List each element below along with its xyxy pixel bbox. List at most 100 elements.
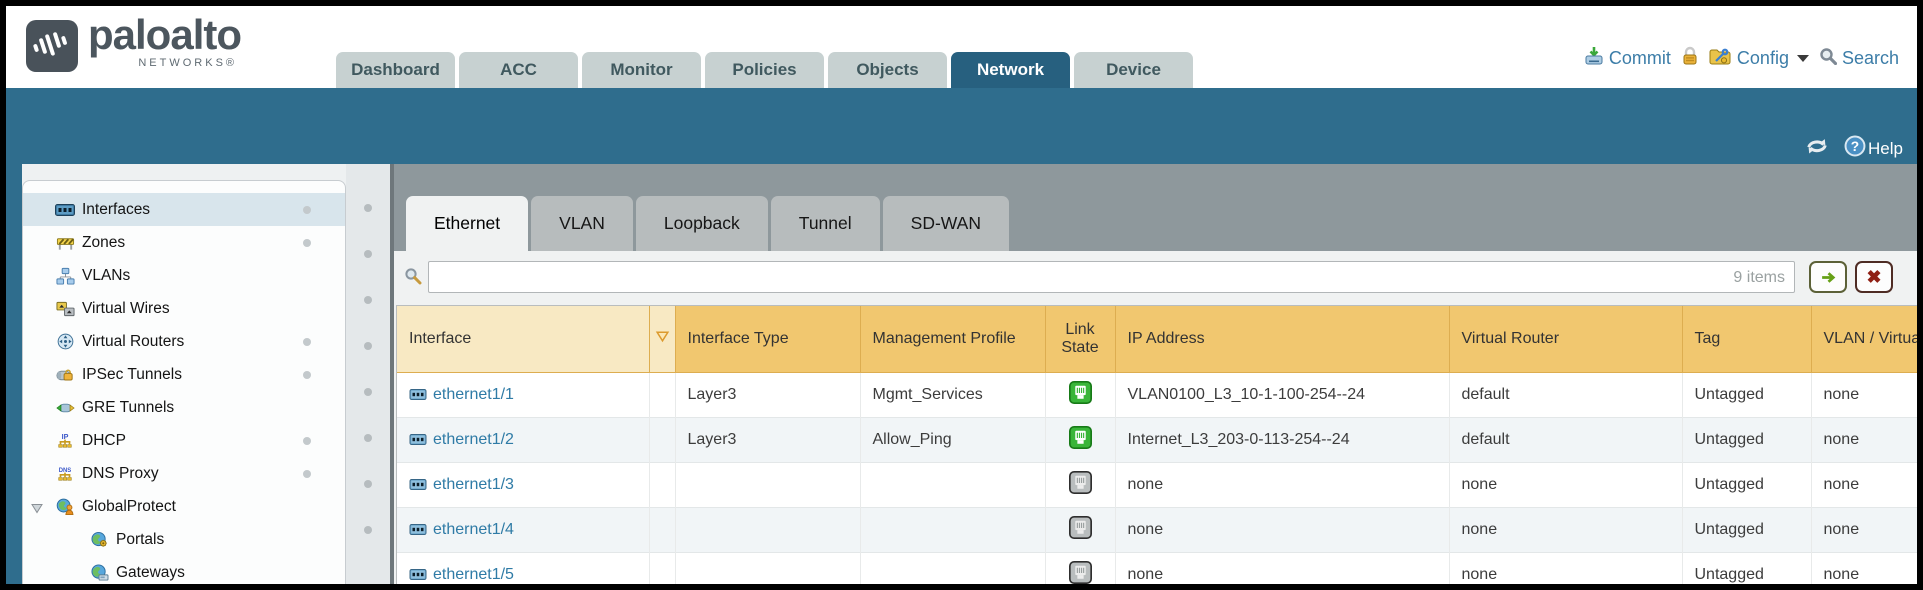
interface-link[interactable]: ethernet1/5 [433,566,514,583]
ip-address-cell: none [1115,508,1449,553]
column-header-tag[interactable]: Tag [1682,306,1811,373]
filter-bar: 9 items ✖ [394,251,1917,305]
help-icon: ? [1844,135,1866,162]
sidebar-item-gre-tunnels[interactable]: GRE Tunnels [23,391,345,424]
sidebar-item-virtual-wires[interactable]: Virtual Wires [23,292,345,325]
sidebar-item-interfaces[interactable]: Interfaces [23,193,345,226]
ethernet-interface-icon [409,477,427,495]
interface-cell: ethernet1/2 [397,418,649,463]
filter-input[interactable] [428,261,1795,293]
column-header-vlan-virtual-wire[interactable]: VLAN / Virtual Wire [1811,306,1917,373]
vlan-wire-cell: none [1811,508,1917,553]
interface-cell: ethernet1/5 [397,553,649,585]
sidebar-item-label: Virtual Routers [82,333,184,351]
interface-link[interactable]: ethernet1/4 [433,521,514,538]
interface-link[interactable]: ethernet1/1 [433,386,514,403]
sidebar-item-dns-proxy[interactable]: DNS DNS Proxy [23,457,345,490]
column-header-interface-type[interactable]: Interface Type [675,306,860,373]
tab-tunnel[interactable]: Tunnel [771,196,880,251]
ethernet-interface-icon [409,387,427,405]
sidebar-item-vlans[interactable]: VLANs [23,259,345,292]
table-row: ethernet1/5nonenoneUntaggednone [397,553,1917,585]
nav-tab-dashboard[interactable]: Dashboard [336,52,455,88]
tab-vlan[interactable]: VLAN [531,196,633,251]
tag-cell: Untagged [1682,463,1811,508]
interface-link[interactable]: ethernet1/2 [433,431,514,448]
link-state-cell [1045,463,1115,508]
sidebar-item-gateways[interactable]: Gateways [23,556,345,584]
column-header-link-state[interactable]: Link State [1045,306,1115,373]
chevron-down-icon [1797,55,1809,62]
column-header-interface[interactable]: Interface [397,306,649,373]
column-header-management-profile[interactable]: Management Profile [860,306,1045,373]
sidebar-item-label: GRE Tunnels [82,399,174,417]
column-header-virtual-router[interactable]: Virtual Router [1449,306,1682,373]
sidebar-item-label: DNS Proxy [82,465,159,483]
interface-link[interactable]: ethernet1/3 [433,476,514,493]
dns-proxy-icon: DNS [53,465,77,482]
refresh-icon[interactable] [1804,135,1830,162]
nav-tab-objects[interactable]: Objects [828,52,947,88]
tab-ethernet[interactable]: Ethernet [406,196,528,251]
management-profile-cell [860,553,1045,585]
tag-cell: Untagged [1682,553,1811,585]
network-sidebar: InterfacesZonesVLANs Virtual Wires Virtual… [22,180,346,584]
portals-icon [87,531,111,548]
app-window: paloalto NETWORKS® DashboardACCMonitorPo… [0,0,1923,590]
interface-cell: ethernet1/4 [397,508,649,553]
tag-cell: Untagged [1682,373,1811,418]
interfaces-table: Interface Interface TypeManagement Profil… [397,306,1917,584]
commit-button[interactable]: Commit [1584,46,1671,71]
search-icon [1819,47,1837,70]
sidebar-item-label: IPSec Tunnels [82,366,182,384]
teal-banner: ? Help [6,88,1917,164]
interfaces-table-wrap: Interface Interface TypeManagement Profil… [396,305,1917,584]
link-state-cell [1045,508,1115,553]
column-header-ip-address[interactable]: IP Address [1115,306,1449,373]
sidebar-item-label: Virtual Wires [82,300,170,318]
vlan-wire-cell: none [1811,418,1917,463]
logo-name: paloalto [88,14,241,56]
sidebar-item-dhcp[interactable]: IPDHCP [23,424,345,457]
tab-loopback[interactable]: Loopback [636,196,768,251]
table-header: Interface Interface TypeManagement Profil… [397,306,1917,373]
sidebar-item-zones[interactable]: Zones [23,226,345,259]
header-utilities: Commit Config Search [1584,46,1899,71]
clear-filter-button[interactable]: ✖ [1855,261,1893,293]
help-button[interactable]: ? Help [1844,135,1903,162]
items-count: 9 items [1733,269,1785,287]
nav-tab-device[interactable]: Device [1074,52,1193,88]
sidebar-item-portals[interactable]: Portals [23,523,345,556]
nav-tab-network[interactable]: Network [951,52,1070,88]
search-button[interactable]: Search [1819,47,1899,70]
lock-icon[interactable] [1681,46,1699,71]
sidebar-splitter[interactable] [346,164,390,584]
sidebar-item-ipsec-tunnels[interactable]: IPSec Tunnels [23,358,345,391]
search-label: Search [1842,48,1899,69]
sort-column-cell [649,553,675,585]
management-profile-cell [860,508,1045,553]
apply-filter-button[interactable] [1809,261,1847,293]
link-state-cell [1045,418,1115,463]
interface-type-cell [675,463,860,508]
sort-column-cell [649,463,675,508]
nav-tab-monitor[interactable]: Monitor [582,52,701,88]
item-status-dot [303,206,311,214]
sidebar-item-virtual-routers[interactable]: Virtual Routers [23,325,345,358]
svg-text:?: ? [1851,139,1859,154]
interface-type-cell: Layer3 [675,418,860,463]
interface-sort-dropdown[interactable] [649,306,675,373]
sidebar-item-globalprotect[interactable]: GlobalProtect [23,490,345,523]
table-row: ethernet1/2Layer3Allow_PingInternet_L3_2… [397,418,1917,463]
table-body: ethernet1/1Layer3Mgmt_ServicesVLAN0100_L… [397,373,1917,585]
nav-tab-policies[interactable]: Policies [705,52,824,88]
config-menu-button[interactable]: Config [1709,46,1809,71]
ethernet-interface-icon [409,522,427,540]
nav-tabs: DashboardACCMonitorPoliciesObjectsNetwor… [336,52,1193,88]
nav-tab-acc[interactable]: ACC [459,52,578,88]
expand-triangle-icon[interactable] [31,501,43,519]
interfaces-icon [53,203,77,217]
content-area: EthernetVLANLoopbackTunnelSD-WAN 9 items… [394,164,1917,584]
tab-sd-wan[interactable]: SD-WAN [883,196,1009,251]
link-state-cell [1045,553,1115,585]
